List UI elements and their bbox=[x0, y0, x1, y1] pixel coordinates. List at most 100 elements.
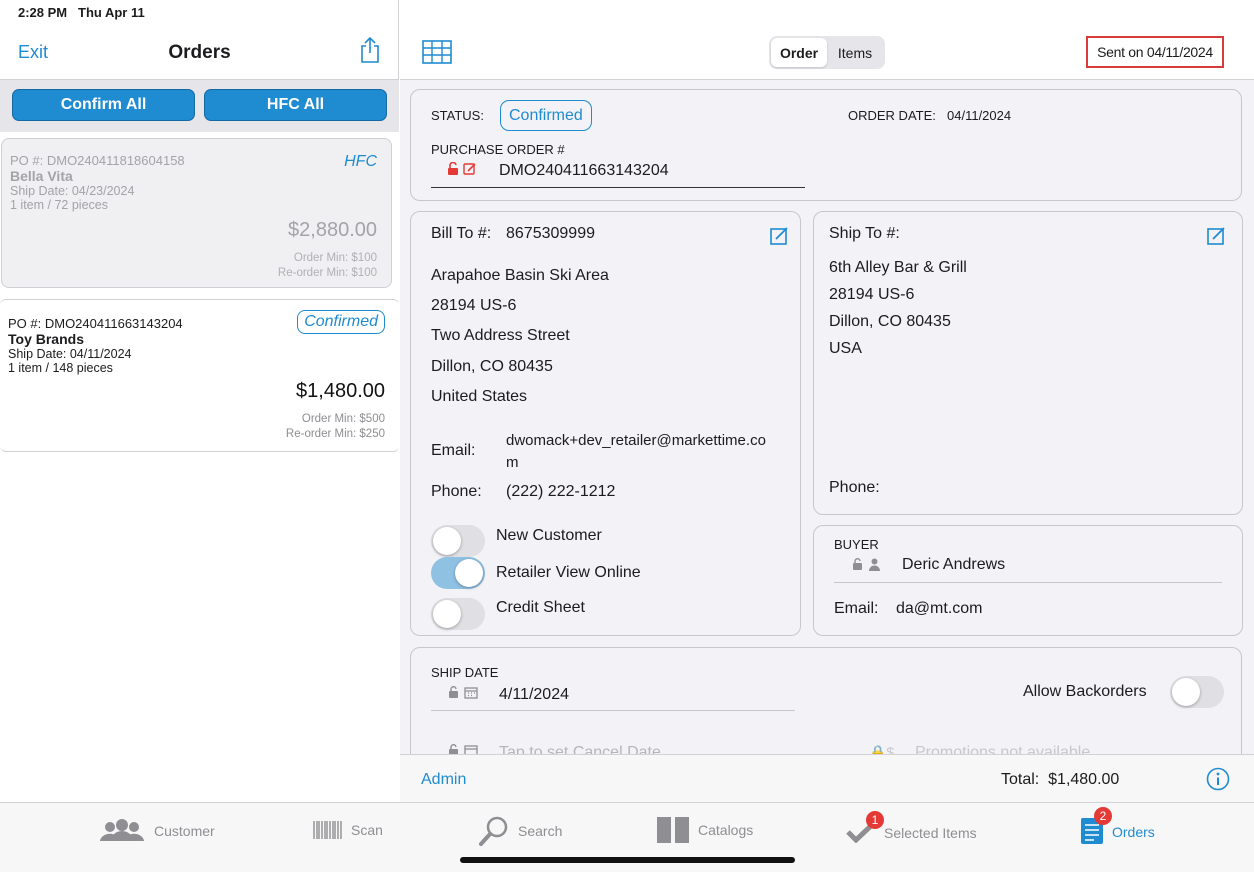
order-card-toy-brands[interactable]: PO #: DMO240411663143204 Toy Brands Ship… bbox=[0, 299, 399, 452]
ship-to-line-4: USA bbox=[829, 340, 862, 357]
tab-scan[interactable]: Scan bbox=[313, 821, 383, 839]
tab-customer-label: Customer bbox=[154, 823, 215, 839]
order-min: Order Min: $500 bbox=[301, 413, 385, 425]
tab-orders[interactable]: 2 Orders bbox=[1080, 807, 1155, 848]
confirm-all-button[interactable]: Confirm All bbox=[12, 89, 195, 121]
tab-customer[interactable]: Customer bbox=[98, 819, 215, 843]
tab-order[interactable]: Order bbox=[771, 38, 827, 67]
allow-backorders-toggle[interactable] bbox=[1170, 676, 1224, 708]
search-icon bbox=[479, 816, 508, 846]
share-icon[interactable] bbox=[359, 36, 381, 64]
calendar-icon[interactable] bbox=[464, 686, 478, 699]
order-date-value: 04/11/2024 bbox=[947, 108, 1012, 123]
tab-catalogs[interactable]: Catalogs bbox=[656, 816, 753, 844]
ship-to-line-1: 6th Alley Bar & Grill bbox=[829, 259, 967, 276]
status-label: STATUS: bbox=[431, 108, 484, 123]
lock-open-icon[interactable] bbox=[448, 744, 459, 754]
reorder-min: Re-order Min: $100 bbox=[277, 267, 377, 279]
order-amount: $1,480.00 bbox=[296, 380, 385, 402]
order-card-bella-vita[interactable]: PO #: DMO240411818604158 Bella Vita Ship… bbox=[1, 138, 392, 288]
order-minimums: Order Min: $100 Re-order Min: $100 bbox=[278, 251, 377, 281]
selected-items-badge: 1 bbox=[866, 811, 884, 829]
orders-icon-wrap: 2 bbox=[1080, 807, 1112, 848]
order-amount: $2,880.00 bbox=[288, 219, 377, 241]
orders-badge: 2 bbox=[1094, 807, 1112, 825]
bill-to-email[interactable]: dwomack+dev_retailer@markettime.co bbox=[506, 432, 766, 449]
bill-to-phone-label: Phone: bbox=[431, 483, 482, 500]
order-detail: Order Items Sent on 04/11/2024 STATUS: C… bbox=[400, 26, 1254, 802]
new-customer-toggle[interactable] bbox=[431, 525, 485, 557]
calendar-icon[interactable] bbox=[464, 744, 478, 754]
po-label: PURCHASE ORDER # bbox=[431, 142, 565, 157]
order-retailer: Bella Vita bbox=[10, 168, 73, 184]
bill-to-phone[interactable]: (222) 222-1212 bbox=[506, 483, 615, 501]
person-icon bbox=[869, 558, 880, 571]
tab-scan-label: Scan bbox=[351, 822, 383, 838]
buyer-email[interactable]: da@mt.com bbox=[896, 600, 982, 618]
total-value: $1,480.00 bbox=[1048, 771, 1120, 788]
lock-open-icon[interactable] bbox=[447, 162, 459, 176]
bill-to-line-3: Two Address Street bbox=[431, 327, 570, 344]
ship-to-panel: Ship To #: 6th Alley Bar & Grill 28194 U… bbox=[813, 211, 1243, 515]
home-indicator bbox=[460, 857, 795, 863]
detail-footer: Admin Total: $1,480.00 bbox=[400, 754, 1254, 802]
order-po: PO #: DMO240411818604158 bbox=[10, 153, 185, 168]
lock-open-icon[interactable] bbox=[448, 686, 459, 699]
order-status-panel: STATUS: Confirmed ORDER DATE: 04/11/2024… bbox=[410, 89, 1242, 201]
tab-selected-items-label: Selected Items bbox=[884, 824, 977, 841]
tab-search-label: Search bbox=[518, 823, 563, 839]
order-date-label: ORDER DATE: bbox=[848, 108, 936, 123]
new-customer-label: New Customer bbox=[496, 527, 602, 544]
total-label-text: Total: bbox=[1001, 771, 1040, 788]
order-item-count: 1 item / 148 pieces bbox=[8, 361, 113, 375]
edit-icon[interactable] bbox=[463, 162, 477, 176]
credit-sheet-label: Credit Sheet bbox=[496, 599, 585, 616]
credit-sheet-toggle[interactable] bbox=[431, 598, 485, 630]
ship-to-line-3: Dillon, CO 80435 bbox=[829, 313, 951, 330]
order-item-count: 1 item / 72 pieces bbox=[10, 198, 108, 212]
lock-open-icon[interactable] bbox=[852, 558, 863, 571]
retailer-view-online-toggle[interactable] bbox=[431, 557, 485, 589]
catalog-icon bbox=[657, 817, 689, 843]
bill-to-line-4: Dillon, CO 80435 bbox=[431, 358, 553, 375]
order-ship-date: Ship Date: 04/11/2024 bbox=[8, 347, 132, 361]
ship-date-label: SHIP DATE bbox=[431, 665, 499, 680]
cancel-date-placeholder[interactable]: Tap to set Cancel Date bbox=[499, 744, 661, 754]
promotions-placeholder[interactable]: Promotions not available bbox=[915, 744, 1090, 754]
bulk-actions-bar: Confirm All HFC All bbox=[0, 80, 399, 132]
buyer-underline bbox=[834, 582, 1222, 583]
total-label: Total: $1,480.00 bbox=[1001, 771, 1119, 789]
po-value[interactable]: DMO240411663143204 bbox=[499, 162, 669, 180]
ship-date-value[interactable]: 4/11/2024 bbox=[499, 686, 569, 704]
dollar-lock-icon: 🔒$ bbox=[869, 744, 895, 754]
confirmed-badge: Confirmed bbox=[297, 310, 385, 334]
tab-orders-label: Orders bbox=[1112, 823, 1155, 840]
hfc-all-button[interactable]: HFC All bbox=[204, 89, 387, 121]
buyer-name[interactable]: Deric Andrews bbox=[902, 556, 1005, 574]
people-icon bbox=[100, 819, 144, 841]
grid-view-icon[interactable] bbox=[422, 40, 452, 64]
order-form: STATUS: Confirmed ORDER DATE: 04/11/2024… bbox=[400, 80, 1254, 754]
orders-nav-bar: Exit Orders bbox=[0, 26, 399, 80]
tab-search[interactable]: Search bbox=[478, 815, 562, 847]
edit-ship-to-icon[interactable] bbox=[1206, 226, 1226, 246]
info-icon[interactable] bbox=[1206, 767, 1230, 791]
bill-to-email-cont: m bbox=[506, 454, 519, 471]
order-items-segmented-control: Order Items bbox=[769, 36, 885, 69]
tab-items[interactable]: Items bbox=[827, 38, 883, 67]
bill-to-email-label: Email: bbox=[431, 442, 476, 459]
status-value[interactable]: Confirmed bbox=[500, 100, 592, 131]
shipping-panel: SHIP DATE 4/11/2024 Allow Backorders Tap… bbox=[410, 647, 1242, 754]
sent-on-label: Sent on 04/11/2024 bbox=[1086, 36, 1224, 68]
bill-to-number: 8675309999 bbox=[506, 225, 595, 242]
detail-nav-bar: Order Items Sent on 04/11/2024 bbox=[400, 26, 1254, 80]
orders-title: Orders bbox=[168, 42, 231, 63]
ship-to-line-2: 28194 US-6 bbox=[829, 286, 915, 303]
admin-button[interactable]: Admin bbox=[421, 771, 466, 789]
bill-to-line-2: 28194 US-6 bbox=[431, 297, 517, 314]
reorder-min: Re-order Min: $250 bbox=[285, 428, 385, 440]
edit-bill-to-icon[interactable] bbox=[769, 226, 789, 246]
tab-selected-items[interactable]: 1 Selected Items bbox=[846, 811, 977, 846]
buyer-panel: BUYER Deric Andrews Email: da@mt.com bbox=[813, 525, 1243, 636]
tab-catalogs-label: Catalogs bbox=[698, 822, 754, 838]
